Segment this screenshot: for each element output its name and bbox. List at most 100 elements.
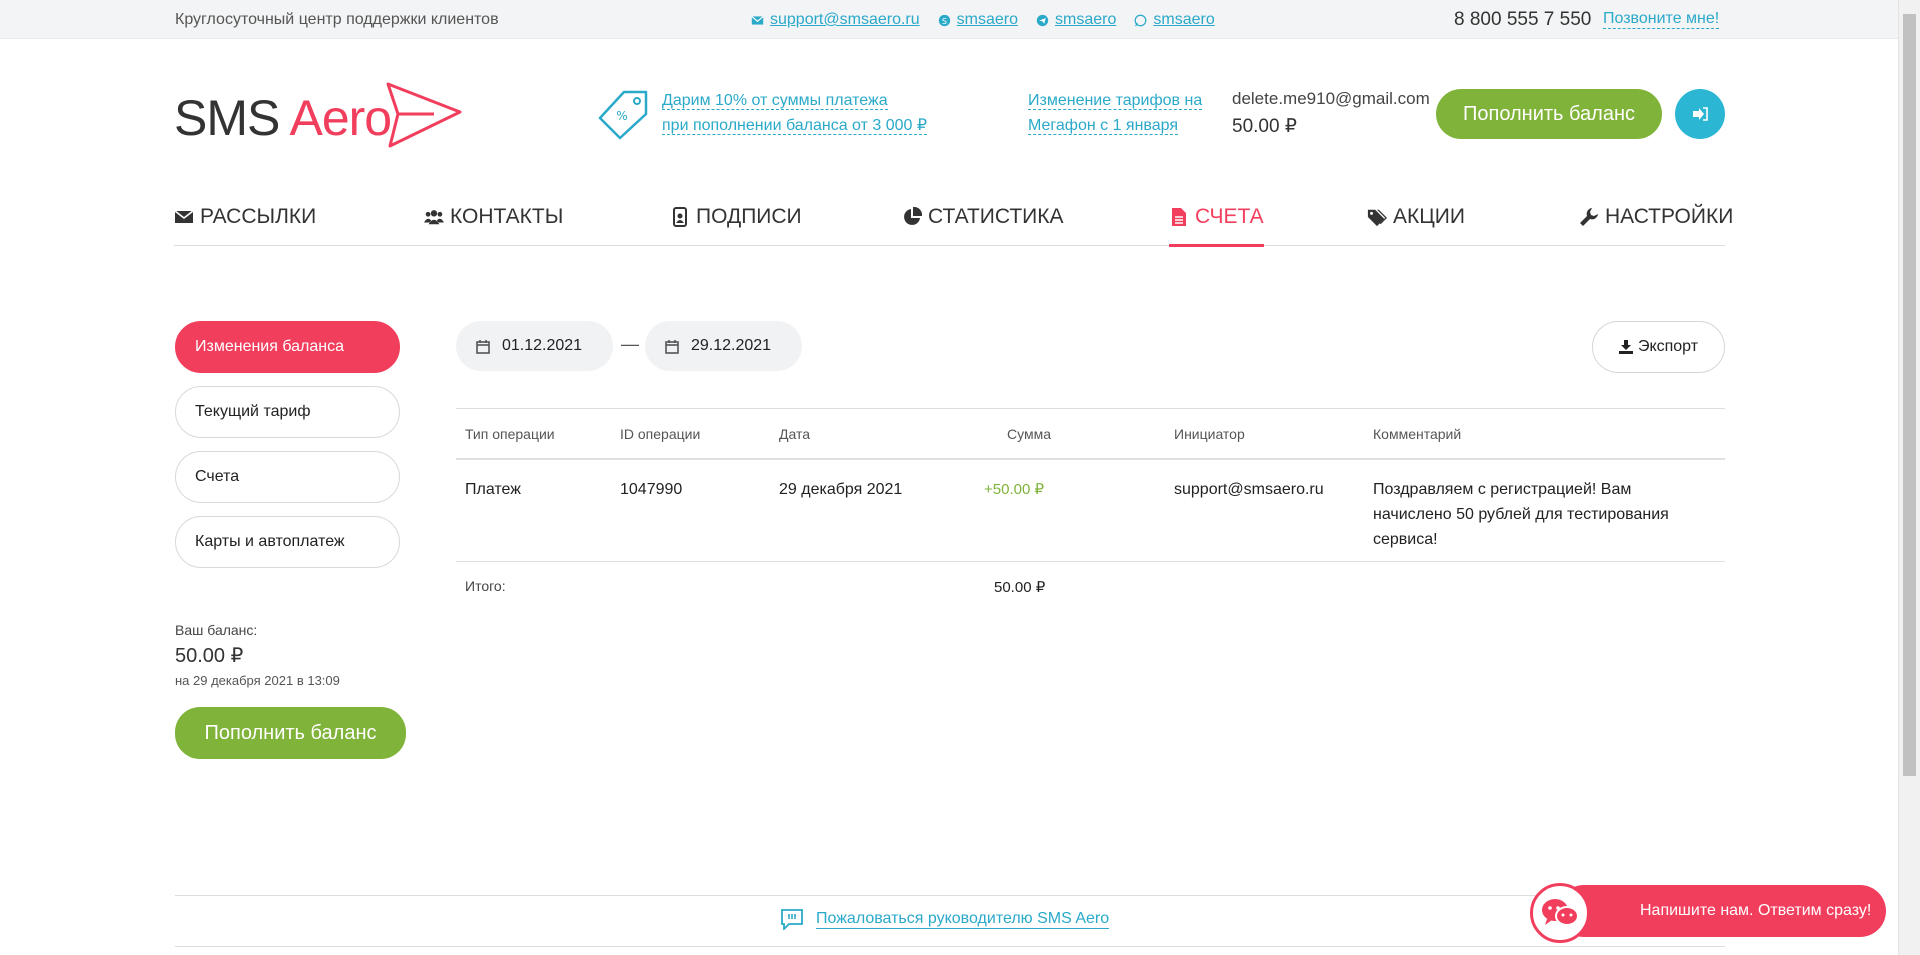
tags-icon [1367,209,1387,227]
chat-widget[interactable]: Напишите нам. Ответим сразу! [1530,883,1886,943]
nav-label: НАСТРОЙКИ [1605,205,1734,228]
export-button[interactable]: Экспорт [1592,321,1725,373]
table-total-row: Итого: 50.00 ₽ [456,562,1725,612]
promo-line-1[interactable]: Дарим 10% от суммы платежа [662,92,888,110]
envelope-icon [174,210,194,223]
nav-settings[interactable]: НАСТРОЙКИ [1579,198,1733,236]
nav-label: ПОДПИСИ [696,205,802,228]
sidebar-item-balance-changes[interactable]: Изменения баланса [175,321,400,373]
balance-value: 50.00 ₽ [175,645,244,667]
wrench-icon [1580,208,1598,226]
nav-label: КОНТАКТЫ [450,205,564,228]
badge-icon [673,207,687,227]
footer-divider [175,895,1725,896]
news-line-2[interactable]: Мегафон с 1 января [1028,117,1179,135]
page-scrollbar[interactable] [1898,0,1920,955]
main-nav: РАССЫЛКИ КОНТАКТЫ ПОДПИСИ СТАТИСТИКА СЧЕ… [174,190,1733,247]
col-date: Дата [779,426,811,442]
account-balance: 50.00 ₽ [1232,116,1297,137]
balance-table: Тип операции ID операции Дата Сумма Иниц… [456,408,1725,612]
col-amount: Сумма [1007,426,1051,442]
cell-comment: Поздравляем с регистрацией! Вам начислен… [1373,477,1669,552]
balance-label: Ваш баланс: [175,622,258,638]
date-to-value: 29.12.2021 [691,337,772,354]
sidebar-item-invoices[interactable]: Счета [175,451,400,503]
complaint-link[interactable]: Пожаловаться руководителю SMS Aero [780,908,1110,930]
chat-button[interactable]: Напишите нам. Ответим сразу! [1558,885,1886,937]
promo-line-2[interactable]: при пополнении баланса от 3 000 ₽ [662,117,928,135]
col-id: ID операции [620,426,701,442]
total-label: Итого: [465,578,506,594]
nav-label: РАССЫЛКИ [200,205,317,228]
sidebar-topup-button[interactable]: Пополнить баланс [175,707,406,759]
comment-line: сервиса! [1373,531,1438,548]
whatsapp-link[interactable]: smsaero [1153,11,1214,29]
complaint-text[interactable]: Пожаловаться руководителю SMS Aero [816,910,1110,929]
nav-statistics[interactable]: СТАТИСТИКА [902,198,1064,236]
skype-icon: S [938,14,950,26]
sidebar-item-current-tariff[interactable]: Текущий тариф [175,386,400,438]
nav-promotions[interactable]: АКЦИИ [1367,198,1465,236]
paper-plane-logo-icon [386,82,462,148]
chat-label: Напишите нам. Ответим сразу! [1640,902,1872,919]
discount-tag-icon: % [598,90,648,140]
nav-invoices[interactable]: СЧЕТА [1169,198,1264,247]
col-type: Тип операции [465,426,555,442]
account-email: delete.me910@gmail.com [1232,89,1430,108]
balance-date: на 29 декабря 2021 в 13:09 [175,673,340,688]
cell-id: 1047990 [620,481,683,498]
col-initiator: Инициатор [1174,426,1245,442]
telegram-icon [1036,14,1049,26]
news-line-1[interactable]: Изменение тарифов на [1028,92,1203,110]
topup-balance-button[interactable]: Пополнить баланс [1436,89,1662,139]
table-header: Тип операции ID операции Дата Сумма Иниц… [456,408,1725,460]
tariff-news-link[interactable]: Изменение тарифов на Мегафон с 1 января [1028,88,1203,138]
envelope-icon [751,15,764,25]
date-from-field[interactable]: 01.12.2021 [456,321,613,371]
cell-date: 29 декабря 2021 [779,481,903,498]
top-bar: Круглосуточный центр поддержки клиентов … [0,0,1898,39]
telegram-link[interactable]: smsaero [1055,11,1116,29]
scrollbar-thumb[interactable] [1903,14,1916,776]
file-icon [1172,208,1186,226]
svg-text:%: % [616,109,627,123]
total-value: 50.00 ₽ [994,579,1046,596]
footer-divider [175,946,1725,947]
sign-out-icon [1693,107,1708,121]
chat-circle[interactable] [1530,883,1590,943]
export-label: Экспорт [1637,338,1699,355]
logo[interactable]: SMS Aero [174,82,464,148]
nav-contacts[interactable]: КОНТАКТЫ [424,198,563,236]
account-info: delete.me910@gmail.com 50.00 ₽ [1232,89,1430,138]
comment-line: Поздравляем с регистрацией! Вам [1373,481,1632,498]
support-text: Круглосуточный центр поддержки клиентов [175,11,499,28]
comment-line: начислено 50 рублей для тестирования [1373,506,1669,523]
svg-text:S: S [942,15,947,25]
whatsapp-icon [1134,14,1147,26]
logout-button[interactable] [1675,89,1725,139]
sidebar-item-cards[interactable]: Карты и автоплатеж [175,516,400,568]
pie-chart-icon [904,207,922,225]
download-icon [1618,340,1633,354]
support-email-link[interactable]: support@smsaero.ru [770,11,920,29]
col-comment: Комментарий [1373,426,1462,442]
calendar-icon [476,339,490,354]
table-row: Платеж 1047990 29 декабря 2021 +50.00 ₽ … [456,460,1725,562]
skype-link[interactable]: smsaero [957,11,1018,29]
users-icon [424,210,444,225]
nav-label: СТАТИСТИКА [928,205,1064,228]
nav-label: СЧЕТА [1195,205,1264,228]
calendar-icon [665,339,679,354]
nav-mailings[interactable]: РАССЫЛКИ [174,198,316,236]
wechat-icon [1542,899,1579,926]
logo-aero: Aero [289,90,393,146]
contact-links: support@smsaero.ru S smsaero smsaero sms… [751,11,1215,29]
call-me-link[interactable]: Позвоните мне! [1603,10,1720,29]
nav-label: АКЦИИ [1393,205,1465,228]
nav-signatures[interactable]: ПОДПИСИ [670,198,802,236]
promo-banner[interactable]: % Дарим 10% от суммы платежа при пополне… [598,88,928,140]
date-separator: — [621,334,639,354]
logo-sms: SMS [174,90,280,146]
date-to-field[interactable]: 29.12.2021 [645,321,802,371]
cell-amount: +50.00 ₽ [984,481,1045,498]
